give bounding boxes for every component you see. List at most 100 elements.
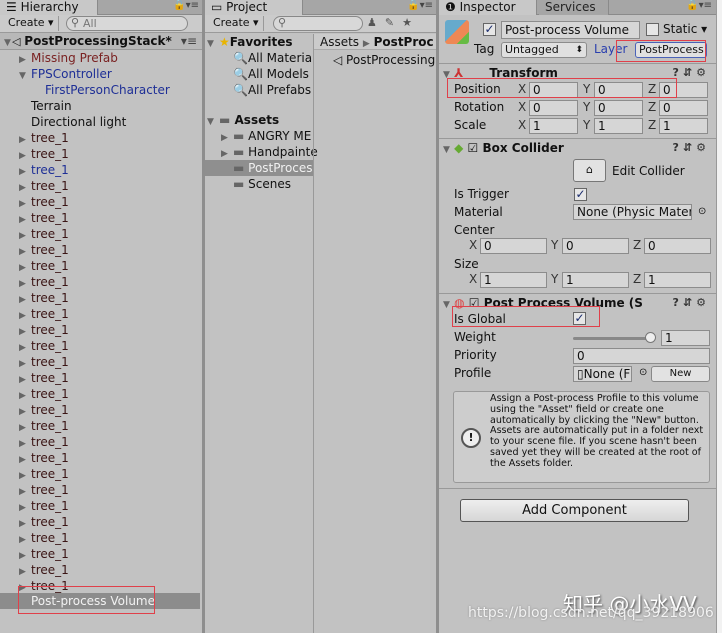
project-tree: ▼ ★Favorites 🔍All Materia 🔍All Models 🔍All …: [205, 34, 318, 633]
object-picker-icon[interactable]: ⊙: [698, 204, 706, 220]
file-item[interactable]: ◁ PostProcessing: [333, 52, 435, 68]
hierarchy-item-tree[interactable]: ▶ tree_1: [19, 370, 69, 386]
asset-folder[interactable]: ▶ ▬ Handpainte: [205, 144, 318, 160]
static-label[interactable]: Static ▾: [663, 21, 707, 37]
tag-dropdown[interactable]: Untagged ⬍: [501, 42, 587, 58]
hierarchy-item-tree[interactable]: ▶ tree_1: [19, 338, 69, 354]
weight-slider-handle[interactable]: [645, 332, 656, 343]
center-y-input[interactable]: 0: [562, 238, 629, 254]
hierarchy-tabbar: ☰ Hierarchy 🔒▾≡: [0, 0, 203, 15]
create-button[interactable]: Create ▾: [4, 16, 59, 31]
favorite-item[interactable]: 🔍All Models: [233, 66, 309, 82]
object-picker-icon[interactable]: ⊙: [639, 365, 647, 381]
hierarchy-item-tree[interactable]: ▶ tree_1: [19, 450, 69, 466]
hierarchy-item-tree[interactable]: ▶ tree_1: [19, 258, 69, 274]
hierarchy-item-tree[interactable]: ▶ tree_1: [19, 514, 69, 530]
priority-label: Priority: [454, 348, 497, 362]
tag-label: Tag: [474, 42, 495, 56]
lock-menu-icon[interactable]: 🔒▾≡: [686, 0, 712, 11]
hierarchy-item-tree[interactable]: ▶ tree_1: [19, 386, 69, 402]
tab-project[interactable]: ▭ Project: [205, 0, 303, 15]
enabled-checkbox[interactable]: ☑: [468, 141, 483, 155]
add-component-button[interactable]: Add Component: [460, 499, 689, 522]
favorite-item[interactable]: 🔍All Prefabs: [233, 82, 311, 98]
component-menu-icons[interactable]: ?⇵⚙: [673, 139, 710, 157]
highlight-box: [452, 306, 600, 327]
center-z-input[interactable]: 0: [644, 238, 711, 254]
hierarchy-item-tree[interactable]: ▶ tree_1: [19, 210, 69, 226]
asset-folder[interactable]: ▶ ▬ ANGRY ME: [205, 128, 313, 144]
size-x-input[interactable]: 1: [480, 272, 547, 288]
hierarchy-item-tree[interactable]: ▶ tree_1: [19, 146, 69, 162]
favorites-header[interactable]: ▼ ★Favorites: [207, 34, 292, 50]
hierarchy-item-tree[interactable]: ▶ tree_1: [19, 530, 69, 546]
hierarchy-item[interactable]: FirstPersonCharacter: [33, 82, 170, 98]
project-search-input[interactable]: [273, 16, 363, 31]
hierarchy-item-tree[interactable]: ▶ tree_1: [19, 290, 69, 306]
profile-field[interactable]: ▯None (F: [573, 366, 632, 382]
hierarchy-item-tree[interactable]: ▶ tree_1: [19, 354, 69, 370]
hierarchy-item-tree[interactable]: ▶ tree_1: [19, 402, 69, 418]
rotation-y-input[interactable]: 0: [594, 100, 643, 116]
breadcrumb-current[interactable]: PostProc: [374, 35, 434, 49]
hierarchy-item[interactable]: ▶ Missing Prefab: [19, 50, 118, 66]
hierarchy-item[interactable]: Directional light: [19, 114, 126, 130]
breadcrumb-assets[interactable]: Assets: [320, 35, 359, 49]
assets-header[interactable]: ▼ ▬ Assets: [207, 112, 279, 128]
scene-menu-icon[interactable]: ▾≡: [181, 33, 197, 49]
favorite-item[interactable]: 🔍All Materia: [233, 50, 312, 66]
lock-menu-icon[interactable]: 🔒▾≡: [407, 0, 433, 11]
scene-header[interactable]: ▼◁ PostProcessingStack* ▾≡: [0, 33, 203, 50]
priority-input[interactable]: 0: [573, 348, 710, 364]
hierarchy-item[interactable]: ▼ FPSController: [19, 66, 112, 82]
asset-folder[interactable]: ▬ Scenes: [205, 176, 313, 192]
item-label: tree_1: [31, 163, 69, 177]
edit-collider-button[interactable]: ⌂: [573, 159, 606, 182]
item-label: Directional light: [31, 115, 127, 129]
hierarchy-item-tree[interactable]: ▶ tree_1: [19, 274, 69, 290]
tab-inspector[interactable]: ❶ Inspector: [439, 0, 537, 15]
hierarchy-item-tree[interactable]: ▶ tree_1: [19, 418, 69, 434]
is-trigger-checkbox[interactable]: ✓: [574, 188, 587, 201]
box-collider-header[interactable]: ▼ ◆ ☑ Box Collider ?⇵⚙: [439, 138, 716, 156]
component-menu-icons[interactable]: ?⇵⚙: [673, 64, 710, 82]
hierarchy-item-tree[interactable]: ▶ tree_1: [19, 562, 69, 578]
hierarchy-item-tree[interactable]: ▶ tree_1: [19, 226, 69, 242]
hierarchy-item-tree[interactable]: ▶ tree_1: [19, 178, 69, 194]
create-button[interactable]: Create ▾: [209, 16, 264, 31]
object-name-input[interactable]: Post-process Volume: [501, 21, 640, 39]
filter-icons[interactable]: ♟✎★: [367, 16, 420, 29]
size-z-input[interactable]: 1: [644, 272, 711, 288]
size-y-input[interactable]: 1: [562, 272, 629, 288]
scale-x-input[interactable]: 1: [529, 118, 578, 134]
new-profile-button[interactable]: New: [651, 366, 710, 382]
hierarchy-item[interactable]: Terrain: [19, 98, 72, 114]
tab-hierarchy[interactable]: ☰ Hierarchy: [0, 0, 98, 15]
weight-slider[interactable]: [573, 337, 653, 340]
static-checkbox[interactable]: [646, 23, 659, 36]
weight-input[interactable]: 1: [661, 330, 710, 346]
hierarchy-item-tree[interactable]: ▶ tree_1: [19, 306, 69, 322]
tab-services[interactable]: Services: [539, 0, 609, 15]
hierarchy-item-tree[interactable]: ▶ tree_1: [19, 194, 69, 210]
hierarchy-item-tree[interactable]: ▶ tree_1: [19, 434, 69, 450]
rotation-z-input[interactable]: 0: [659, 100, 708, 116]
center-x-input[interactable]: 0: [480, 238, 547, 254]
material-field[interactable]: None (Physic Materi: [573, 204, 692, 220]
scale-z-input[interactable]: 1: [659, 118, 708, 134]
hierarchy-item-tree[interactable]: ▶ tree_1: [19, 498, 69, 514]
hierarchy-item-tree[interactable]: ▶ tree_1: [19, 130, 69, 146]
component-menu-icons[interactable]: ?⇵⚙: [673, 294, 710, 312]
lock-menu-icon[interactable]: 🔒▾≡: [173, 0, 199, 11]
asset-folder[interactable]: ▬ PostProces: [205, 160, 313, 176]
hierarchy-search-input[interactable]: All: [66, 16, 188, 31]
hierarchy-item-tree[interactable]: ▶ tree_1: [19, 482, 69, 498]
scale-y-input[interactable]: 1: [594, 118, 643, 134]
rotation-x-input[interactable]: 0: [529, 100, 578, 116]
hierarchy-item-tree[interactable]: ▶ tree_1: [19, 162, 69, 178]
active-checkbox[interactable]: ✓: [483, 23, 496, 36]
hierarchy-item-tree[interactable]: ▶ tree_1: [19, 546, 69, 562]
hierarchy-item-tree[interactable]: ▶ tree_1: [19, 322, 69, 338]
hierarchy-item-tree[interactable]: ▶ tree_1: [19, 466, 69, 482]
hierarchy-item-tree[interactable]: ▶ tree_1: [19, 242, 69, 258]
